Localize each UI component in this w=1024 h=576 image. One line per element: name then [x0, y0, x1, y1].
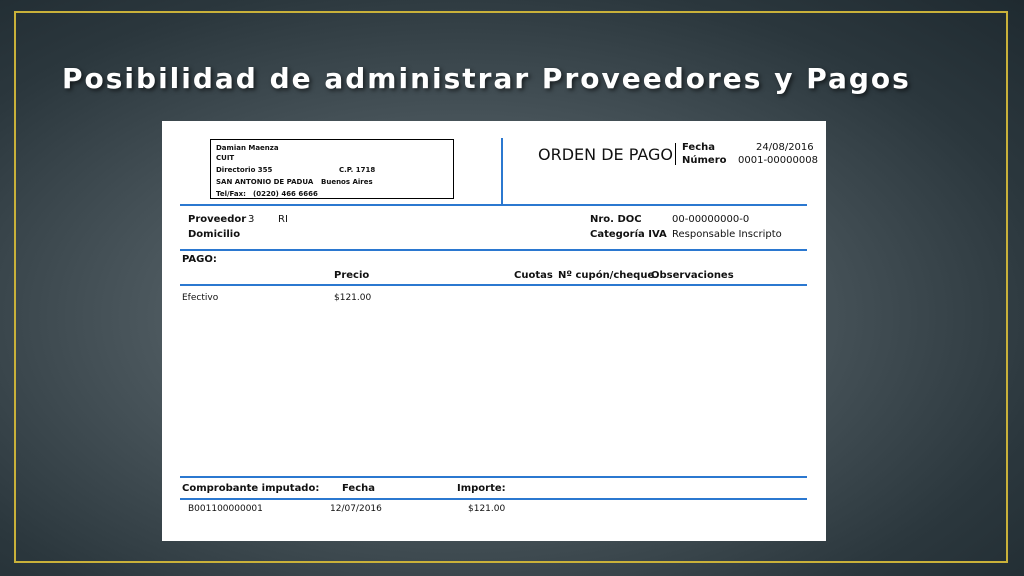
col-comprobante-imputado: Comprobante imputado: [182, 483, 320, 494]
nro-doc-value: 00-00000000-0 [672, 214, 750, 225]
col-cuotas: Cuotas [514, 270, 553, 281]
date-label: Fecha [682, 142, 716, 153]
company-city: SAN ANTONIO DE PADUA [216, 178, 314, 186]
company-phone-label: Tel/Fax: [216, 190, 246, 198]
proveedor-code: 3 [248, 214, 255, 225]
col-importe: Importe: [457, 483, 506, 494]
company-address: Directorio 355 [216, 166, 273, 174]
date-value: 24/08/2016 [756, 142, 814, 153]
imputed-importe: $121.00 [468, 504, 506, 514]
proveedor-name: RI [278, 214, 288, 225]
title-divider [675, 143, 676, 165]
proveedor-label: Proveedor [188, 214, 247, 225]
imputed-comprobante: B001100000001 [188, 504, 263, 514]
payment-order-document: Damian Maenza CUIT Directorio 355 C.P. 1… [162, 121, 826, 541]
imputed-header-rule [180, 498, 807, 500]
col-observaciones: Observaciones [651, 270, 734, 281]
number-label: Número [682, 155, 727, 166]
header-bottom-rule [180, 204, 807, 206]
imputed-fecha: 12/07/2016 [330, 504, 382, 514]
document-title: ORDEN DE PAGO [538, 145, 673, 164]
payment-section-label: PAGO: [182, 254, 217, 265]
payment-header-rule [180, 284, 807, 286]
slide-title: Posibilidad de administrar Proveedores y… [62, 62, 911, 95]
company-name: Damian Maenza [216, 144, 279, 152]
company-cuit-label: CUIT [216, 154, 235, 162]
header-vertical-divider [501, 138, 503, 204]
payment-method: Efectivo [182, 293, 219, 303]
categoria-iva-label: Categoría IVA [590, 229, 667, 240]
categoria-iva-value: Responsable Inscripto [672, 229, 782, 240]
imputed-top-rule [180, 476, 807, 478]
col-precio: Precio [334, 270, 370, 281]
number-value: 0001-00000008 [738, 155, 818, 166]
company-phone: (0220) 466 6666 [253, 190, 318, 198]
domicilio-label: Domicilio [188, 229, 241, 240]
payment-precio: $121.00 [334, 293, 372, 303]
company-postal-code: C.P. 1718 [339, 166, 376, 174]
company-province: Buenos Aires [321, 178, 373, 186]
col-cupon-cheque: Nº cupón/cheque [558, 270, 655, 281]
supplier-bottom-rule [180, 249, 807, 251]
company-info-box: Damian Maenza CUIT Directorio 355 C.P. 1… [210, 139, 454, 199]
nro-doc-label: Nro. DOC [590, 214, 642, 225]
col-fecha: Fecha [342, 483, 376, 494]
